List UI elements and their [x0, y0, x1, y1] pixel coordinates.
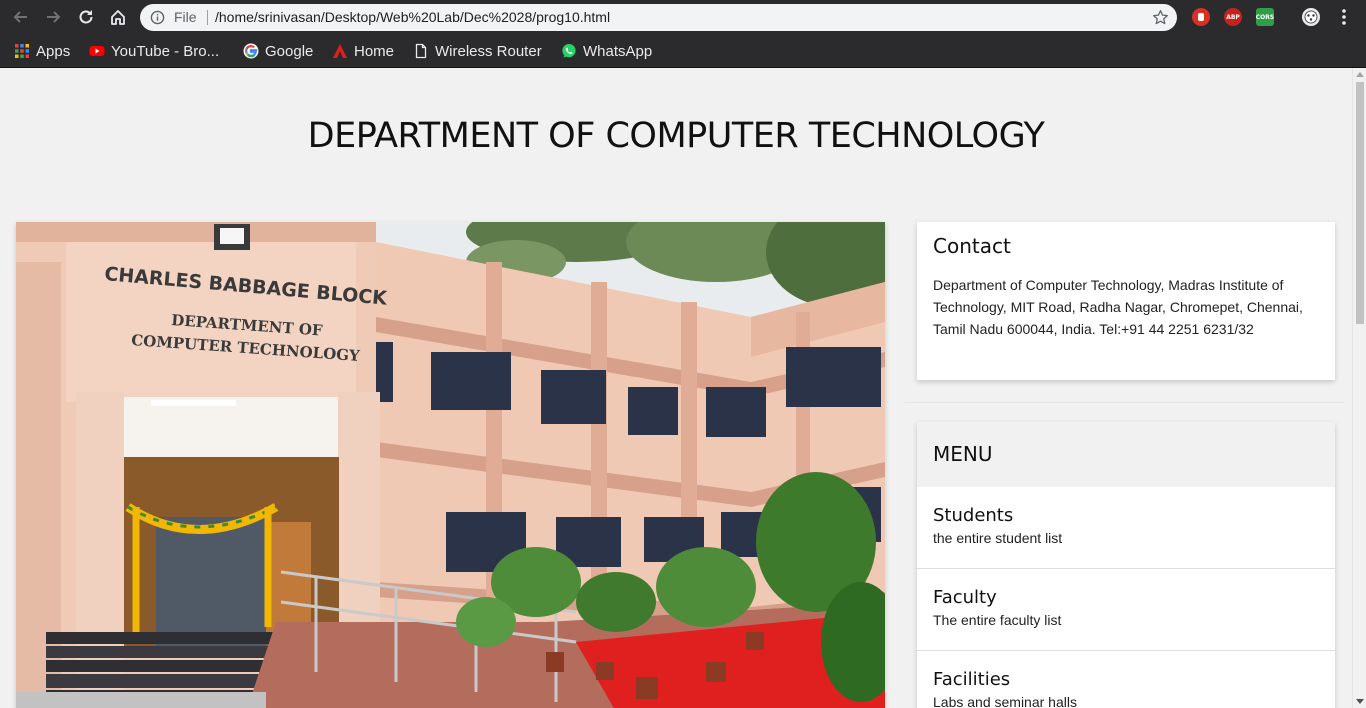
scroll-down-arrow-icon[interactable] [1356, 699, 1364, 704]
browser-toolbar: File /home/srinivasan/Desktop/Web%20Lab/… [0, 0, 1366, 34]
avatar-icon [1304, 10, 1318, 24]
menu-heading: MENU [917, 422, 1335, 487]
bookmark-google[interactable]: Google [243, 40, 313, 62]
back-button[interactable] [9, 5, 33, 29]
page-scrollbar[interactable] [1352, 68, 1366, 708]
menu-item-title: Students [933, 505, 1014, 526]
contact-card: Contact Department of Computer Technolog… [917, 222, 1335, 380]
menu-item-faculty[interactable]: Faculty The entire faculty list [917, 569, 1335, 651]
contact-title: Contact [933, 234, 1011, 258]
back-arrow-icon [13, 11, 27, 23]
home-red-icon [333, 44, 347, 58]
menu-item-title: Faculty [933, 587, 997, 608]
contact-address: Department of Computer Technology, Madra… [933, 277, 1303, 337]
page-title: DEPARTMENT OF COMPUTER TECHNOLOGY [307, 116, 1045, 156]
menu-item-subtitle: Labs and seminar halls [933, 694, 1077, 708]
info-icon[interactable] [150, 10, 165, 25]
reload-button[interactable] [74, 5, 98, 29]
hand-icon [1198, 13, 1204, 21]
whatsapp-icon [562, 44, 576, 58]
bookmark-label: YouTube - Bro... [111, 42, 220, 60]
bookmark-whatsapp[interactable]: WhatsApp [561, 40, 652, 62]
profile-avatar-icon[interactable] [1302, 8, 1320, 26]
bookmark-apps[interactable]: Apps [14, 40, 70, 62]
youtube-icon [89, 46, 105, 56]
scroll-up-arrow-icon[interactable] [1356, 72, 1364, 77]
menu-button[interactable] [1332, 5, 1356, 29]
charles-babbage-block-image: CHARLES BABBAGE BLOCK DEPARTMENT OF COMP… [16, 222, 885, 708]
menu-item-title: Facilities [933, 669, 1011, 690]
menu-card: MENU Students the entire student list Fa… [917, 422, 1335, 708]
bookmark-wireless-router[interactable]: Wireless Router [413, 40, 542, 62]
building-photo: CHARLES BABBAGE BLOCK DEPARTMENT OF COMP… [16, 222, 885, 708]
menu-item-students[interactable]: Students the entire student list [917, 487, 1335, 569]
home-icon [111, 10, 125, 25]
cors-label: CORS [1255, 13, 1275, 21]
bookmark-label: Wireless Router [435, 42, 542, 60]
cors-extension-icon[interactable]: CORS [1256, 8, 1274, 26]
address-separator [207, 10, 208, 25]
section-divider [905, 402, 1345, 403]
url-text[interactable]: /home/srinivasan/Desktop/Web%20Lab/Dec%2… [215, 9, 610, 25]
adblock-plus-icon[interactable]: ABP [1224, 8, 1242, 26]
bookmark-label: Apps [36, 42, 71, 60]
bookmark-label: WhatsApp [583, 42, 653, 60]
kebab-menu-icon [1342, 9, 1346, 25]
address-bar[interactable]: File /home/srinivasan/Desktop/Web%20Lab/… [140, 4, 1177, 31]
adblock-label: ABP [1226, 13, 1240, 21]
bookmark-home[interactable]: Home [332, 40, 394, 62]
bookmark-youtube[interactable]: YouTube - Bro... [89, 40, 219, 62]
page-icon [415, 43, 427, 59]
reload-icon [79, 10, 93, 24]
forward-button[interactable] [41, 5, 65, 29]
menu-item-facilities[interactable]: Facilities Labs and seminar halls [917, 651, 1335, 708]
menu-item-subtitle: The entire faculty list [933, 612, 1062, 628]
bookmark-star-icon[interactable] [1152, 9, 1169, 26]
menu-item-subtitle: the entire student list [933, 530, 1063, 546]
apps-grid-icon [15, 44, 29, 58]
bookmark-label: Home [354, 42, 395, 60]
forward-arrow-icon [47, 11, 61, 23]
bookmark-label: Google [265, 42, 314, 60]
scroll-thumb[interactable] [1356, 82, 1364, 324]
scheme-label: File [174, 9, 197, 25]
home-button[interactable] [106, 5, 130, 29]
bookmarks-bar: Apps YouTube - Bro... Google Home Wirele… [0, 34, 1366, 68]
google-icon [243, 43, 259, 59]
page-viewport: DEPARTMENT OF COMPUTER TECHNOLOGY CHARLE… [0, 68, 1352, 708]
stop-extension-icon[interactable] [1192, 8, 1210, 26]
